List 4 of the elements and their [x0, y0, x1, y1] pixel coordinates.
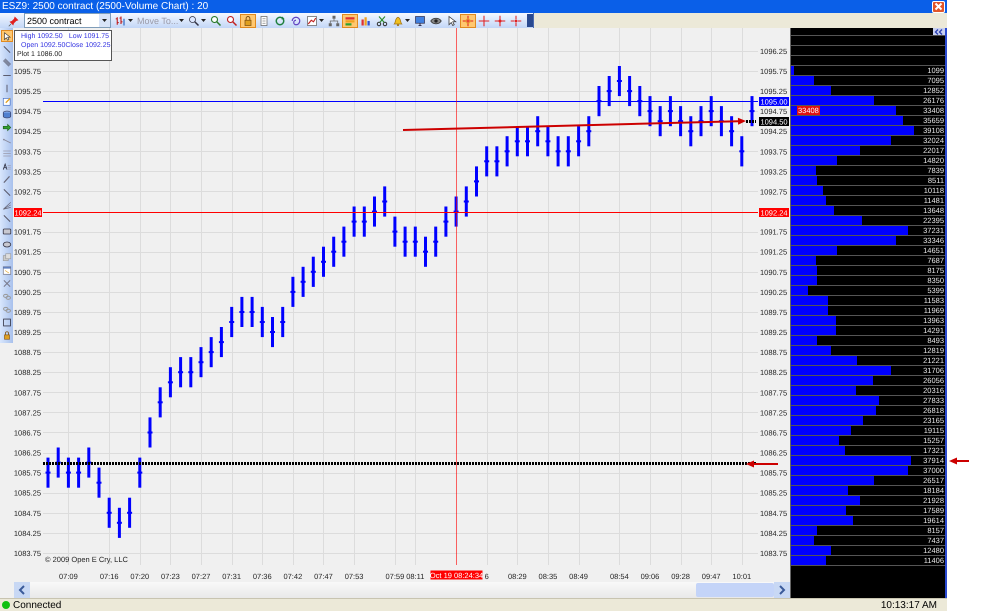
clock-time: 10:13:17 AM — [880, 600, 937, 610]
window-title: ESZ9: 2500 contract (2500-Volume Chart) : 20 — [2, 1, 210, 12]
connection-status: Connected — [13, 600, 62, 610]
contract-dropdown[interactable]: 2500 contract — [24, 13, 111, 28]
